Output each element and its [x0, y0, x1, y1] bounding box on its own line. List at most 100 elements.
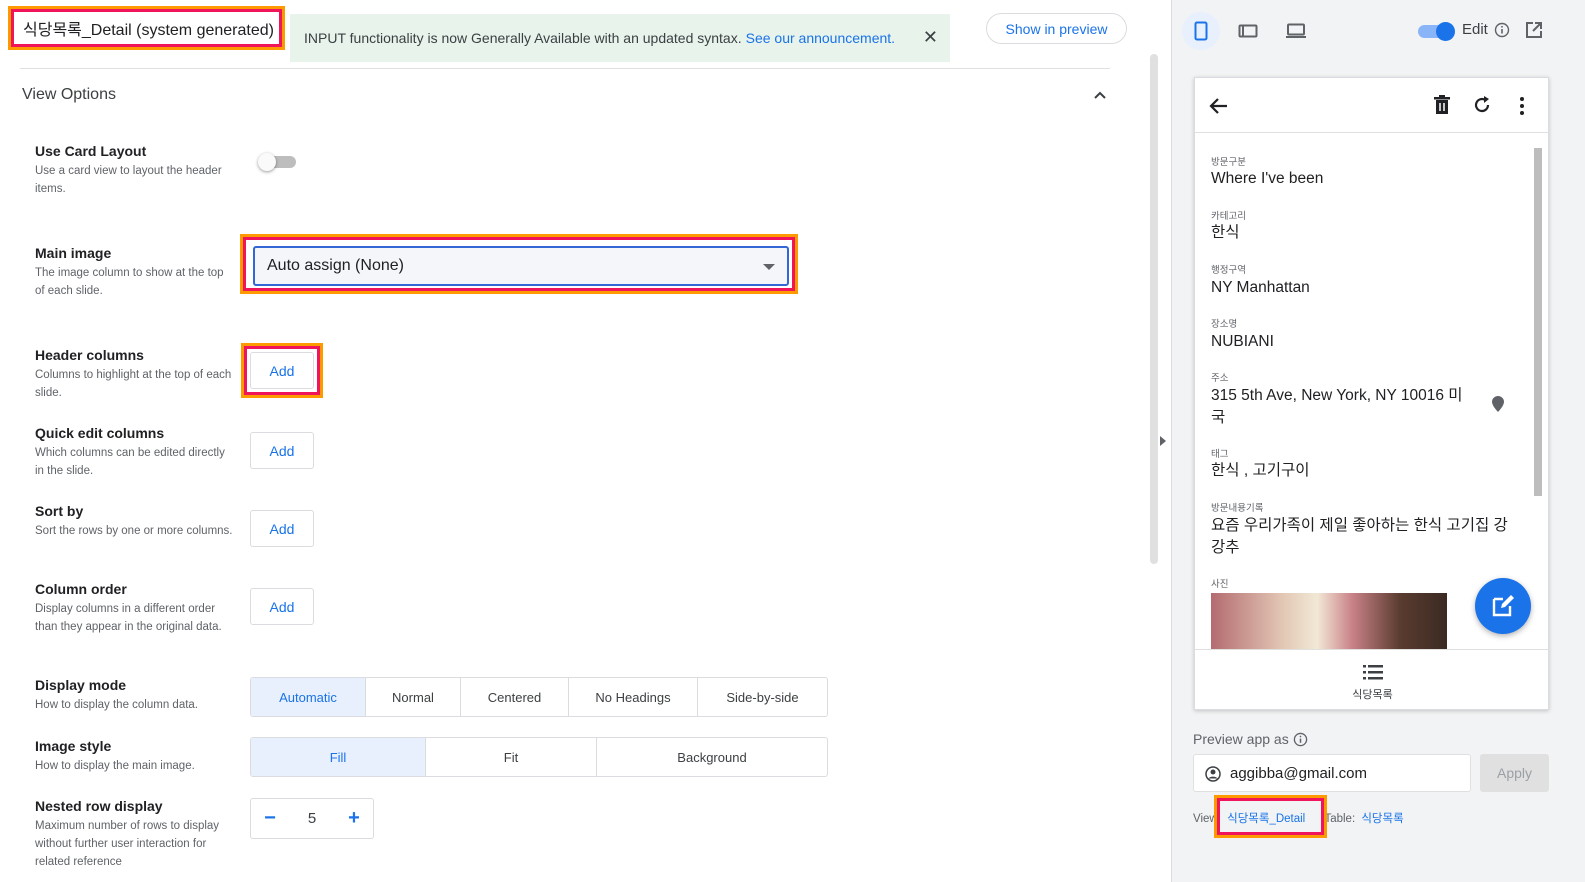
- detail-fields: 방문구분 Where I've been 카테고리 한식 행정구역 NY Man…: [1195, 134, 1535, 649]
- field-label: 장소명: [1211, 319, 1238, 330]
- use-card-layout-toggle[interactable]: [258, 153, 298, 171]
- display-mode-automatic[interactable]: Automatic: [251, 678, 366, 716]
- minus-icon[interactable]: −: [251, 807, 289, 830]
- back-arrow-icon[interactable]: [1209, 96, 1229, 116]
- more-vert-icon[interactable]: [1517, 96, 1527, 116]
- divider: [20, 68, 1110, 69]
- nested-row-stepper: − 5 +: [250, 798, 374, 839]
- chevron-up-icon[interactable]: [1092, 88, 1108, 104]
- nested-row-display-label: Nested row display: [35, 798, 163, 814]
- phone-app-bar: [1195, 78, 1550, 133]
- quick-edit-columns-label: Quick edit columns: [35, 425, 165, 441]
- display-mode-no-headings[interactable]: No Headings: [569, 678, 698, 716]
- list-icon[interactable]: [1363, 664, 1383, 680]
- table-link[interactable]: 식당목록: [1361, 813, 1403, 825]
- edit-mode-toggle[interactable]: [1418, 22, 1456, 41]
- header-columns-label: Header columns: [35, 347, 144, 363]
- column-order-desc: Display columns in a different order tha…: [35, 603, 222, 633]
- header-columns-add-button[interactable]: Add: [250, 352, 314, 389]
- field-label: 방문구분: [1211, 157, 1246, 168]
- main-image-highlight: Auto assign (None): [240, 234, 798, 294]
- image-style-fill[interactable]: Fill: [251, 738, 426, 776]
- collapse-preview-icon[interactable]: [1160, 436, 1166, 446]
- image-style-segmented: Fill Fit Background: [250, 737, 828, 777]
- column-order-label: Column order: [35, 581, 127, 597]
- image-style-fit[interactable]: Fit: [426, 738, 597, 776]
- section-title: View Options: [22, 86, 116, 103]
- field-value: NY Manhattan: [1211, 279, 1310, 296]
- main-image-label: Main image: [35, 245, 112, 261]
- table-prefix: Table:: [1324, 813, 1356, 825]
- view-link-highlight: [1214, 795, 1327, 838]
- image-style-background[interactable]: Background: [597, 738, 827, 776]
- toggle-knob: [1436, 22, 1455, 41]
- editor-scrollbar[interactable]: [1150, 54, 1158, 564]
- main-image-value: Auto assign (None): [267, 257, 404, 274]
- display-mode-desc: How to display the column data.: [35, 699, 199, 711]
- display-mode-side-by-side[interactable]: Side-by-side: [698, 678, 827, 716]
- plus-icon[interactable]: +: [335, 807, 373, 830]
- info-icon[interactable]: [1293, 732, 1308, 747]
- field-value: NUBIANI: [1211, 333, 1274, 350]
- open-in-new-icon[interactable]: [1525, 21, 1543, 39]
- refresh-icon[interactable]: [1472, 95, 1492, 115]
- delete-icon[interactable]: [1433, 95, 1451, 115]
- sort-by-add-button[interactable]: Add: [250, 510, 314, 547]
- desktop-device-icon[interactable]: [1277, 12, 1315, 50]
- banner-text: INPUT functionality is now Generally Ava…: [304, 30, 742, 46]
- toggle-knob: [258, 153, 276, 171]
- view-title: 식당목록_Detail (system generated): [8, 6, 285, 50]
- announcement-banner: INPUT functionality is now Generally Ava…: [290, 14, 950, 62]
- email-value: aggibba@gmail.com: [1230, 764, 1367, 782]
- dropdown-caret-icon: [763, 264, 775, 270]
- food-photo[interactable]: [1211, 593, 1447, 649]
- display-mode-normal[interactable]: Normal: [366, 678, 461, 716]
- close-icon[interactable]: ✕: [923, 27, 938, 48]
- column-order-add-button[interactable]: Add: [250, 588, 314, 625]
- field-value: 한식: [1211, 224, 1240, 241]
- apply-button[interactable]: Apply: [1480, 754, 1549, 792]
- field-label: 주소: [1211, 373, 1229, 384]
- field-value: Where I've been: [1211, 170, 1324, 187]
- preview-as-label: Preview app as: [1193, 731, 1289, 747]
- preview-email-input[interactable]: aggibba@gmail.com: [1193, 754, 1471, 792]
- show-in-preview-button[interactable]: Show in preview: [986, 13, 1127, 44]
- nested-row-value[interactable]: 5: [289, 810, 335, 827]
- display-mode-centered[interactable]: Centered: [461, 678, 569, 716]
- field-label: 사진: [1211, 579, 1229, 590]
- image-style-label: Image style: [35, 738, 112, 754]
- map-pin-icon[interactable]: [1492, 396, 1504, 412]
- nav-label[interactable]: 식당목록: [1195, 686, 1550, 702]
- main-image-desc: The image column to show at the top of e…: [35, 267, 224, 297]
- announcement-link[interactable]: See our announcement.: [746, 30, 895, 46]
- nested-row-display-desc: Maximum number of rows to display withou…: [35, 820, 220, 868]
- field-label: 카테고리: [1211, 211, 1246, 222]
- header-columns-desc: Columns to highlight at the top of each …: [35, 369, 232, 399]
- sort-by-label: Sort by: [35, 503, 84, 519]
- phone-scrollbar[interactable]: [1534, 148, 1542, 496]
- mobile-device-icon[interactable]: [1182, 12, 1220, 50]
- display-mode-segmented: Automatic Normal Centered No Headings Si…: [250, 677, 828, 717]
- sort-by-desc: Sort the rows by one or more columns.: [35, 525, 233, 537]
- edit-icon: [1492, 595, 1514, 617]
- view-editor-panel: 식당목록_Detail (system generated) INPUT fun…: [0, 0, 1150, 882]
- edit-fab-button[interactable]: [1475, 578, 1531, 634]
- field-value: 한식 , 고기구이: [1211, 462, 1310, 479]
- use-card-layout-desc: Use a card view to layout the header ite…: [35, 165, 222, 195]
- field-value: 요즘 우리가족이 제일 좋아하는 한식 고기집 강강추: [1211, 517, 1508, 556]
- tablet-device-icon[interactable]: [1229, 12, 1267, 50]
- main-image-select[interactable]: Auto assign (None): [253, 246, 789, 286]
- quick-edit-columns-desc: Which columns can be edited directly in …: [35, 447, 225, 477]
- field-value: 315 5th Ave, New York, NY 10016 미국: [1211, 387, 1463, 426]
- image-style-desc: How to display the main image.: [35, 760, 195, 772]
- info-icon[interactable]: [1494, 22, 1510, 38]
- field-label: 태그: [1211, 449, 1229, 460]
- app-root: 식당목록_Detail (system generated) INPUT fun…: [0, 0, 1585, 882]
- display-mode-label: Display mode: [35, 677, 127, 693]
- use-card-layout-label: Use Card Layout: [35, 143, 147, 159]
- field-label: 행정구역: [1211, 265, 1246, 276]
- bottom-nav: 식당목록: [1195, 649, 1550, 710]
- field-label: 방문내용기록: [1211, 503, 1264, 514]
- edit-label: Edit: [1462, 21, 1488, 38]
- quick-edit-add-button[interactable]: Add: [250, 432, 314, 469]
